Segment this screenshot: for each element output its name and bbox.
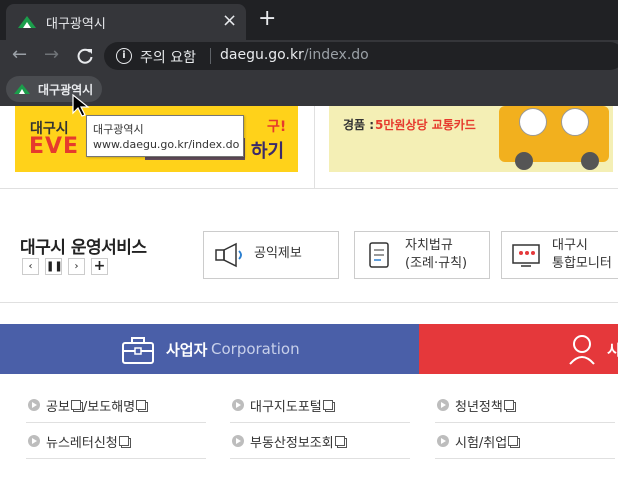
banner-right-prize-value: 5만원상당 교통카드	[375, 118, 476, 132]
tab-citizen-label: 시	[607, 341, 618, 359]
bus-wheel	[581, 152, 599, 170]
prev-button[interactable]: ‹	[22, 258, 39, 275]
monitor-icon	[512, 244, 540, 267]
browser-toolbar: ← → i 주의 요함 daegu.go.kr/index.do	[0, 40, 618, 72]
link-underline	[435, 422, 615, 423]
arrow-bullet-icon	[28, 399, 40, 411]
banner-left-fragment-bottom: 하기	[251, 141, 285, 162]
new-window-icon	[322, 400, 335, 412]
megaphone-icon	[215, 242, 242, 268]
link-underline	[230, 458, 410, 459]
service-label-line2: 통합모니터	[552, 256, 612, 271]
url-host: daegu.go.kr	[220, 47, 304, 63]
character-face	[519, 108, 547, 136]
arrow-bullet-icon	[437, 435, 449, 447]
tab-title: 대구광역시	[46, 17, 106, 32]
tab-corporation-label: 사업자	[166, 341, 208, 359]
link-label: 부동산정보조회	[250, 436, 334, 451]
link-label: 뉴스레터신청	[46, 436, 118, 451]
new-window-icon	[508, 436, 521, 448]
pause-button[interactable]: ❚❚	[45, 258, 63, 275]
new-tab-button[interactable]: +	[258, 6, 276, 31]
link-label: 청년정책	[455, 400, 503, 415]
new-window-icon	[503, 400, 516, 412]
address-bar[interactable]: i 주의 요함 daegu.go.kr/index.do	[104, 42, 618, 70]
arrow-bullet-icon	[28, 435, 40, 447]
banner-left-event-text: EVE	[29, 134, 80, 159]
tab-citizen[interactable]: 시	[419, 324, 618, 374]
browser-tab[interactable]: 대구광역시 ×	[6, 4, 246, 40]
link-text: 청년정책	[455, 396, 516, 415]
tab-corporation-sublabel: Corporation	[211, 340, 300, 358]
url-path: /index.do	[303, 47, 369, 63]
event-banner-right[interactable]: 경품 : 5만원상당 교통카드	[329, 106, 613, 172]
new-window-icon	[70, 400, 83, 412]
link-label: 공보	[46, 400, 70, 415]
services-title: 대구시 운영서비스	[20, 238, 147, 258]
url-text[interactable]: daegu.go.kr/index.do	[220, 47, 369, 63]
link-label: 대구지도포털	[250, 400, 322, 415]
banner-right-prize-label: 경품 :	[343, 118, 375, 132]
banner-left-fragment-top: 구!	[267, 119, 287, 135]
link-text: 대구지도포털	[250, 396, 335, 415]
link-underline	[230, 422, 410, 423]
link-label: 시험/취업	[455, 436, 508, 451]
character-face	[561, 108, 589, 136]
reload-icon[interactable]	[76, 47, 94, 65]
new-window-icon	[334, 436, 347, 448]
tab-close-icon[interactable]: ×	[222, 10, 237, 31]
banner-divider	[314, 106, 315, 188]
link-label: /보도해명	[82, 400, 136, 415]
service-label-line2: (조례·규칙)	[405, 256, 468, 271]
info-icon[interactable]: i	[116, 48, 132, 64]
person-icon	[569, 335, 595, 365]
arrow-bullet-icon	[232, 435, 244, 447]
mouse-cursor-icon	[72, 94, 90, 117]
section-divider	[0, 188, 618, 189]
link-text: 시험/취업	[455, 432, 521, 451]
section-divider	[0, 302, 618, 303]
daegu-logo-icon	[14, 84, 30, 94]
new-window-icon	[118, 436, 131, 448]
omnibox-divider	[210, 48, 211, 64]
more-button[interactable]: +	[91, 258, 108, 275]
bookmarks-bar: 대구광역시	[0, 72, 618, 106]
daegu-logo-icon	[18, 16, 36, 28]
next-button[interactable]: ›	[68, 258, 85, 275]
link-underline	[435, 458, 615, 459]
link-underline	[26, 458, 206, 459]
link-underline	[26, 422, 206, 423]
link-text: 공보/보도해명	[46, 396, 149, 415]
link-text: 부동산정보조회	[250, 432, 347, 451]
tooltip-url: www.daegu.go.kr/index.do	[93, 138, 240, 151]
service-public-report[interactable]: 공익제보	[203, 231, 339, 279]
security-warning-label[interactable]: 주의 요함	[140, 47, 196, 67]
service-label: 공익제보	[254, 246, 302, 261]
browser-tab-strip: 대구광역시 × +	[0, 0, 618, 40]
new-window-icon	[136, 400, 149, 412]
scroll-document-icon	[369, 242, 389, 268]
arrow-bullet-icon	[437, 399, 449, 411]
tooltip-title: 대구광역시	[93, 123, 144, 136]
forward-arrow-icon[interactable]: →	[44, 44, 59, 65]
back-arrow-icon[interactable]: ←	[12, 44, 27, 65]
bus-wheel	[515, 152, 533, 170]
service-label-line1: 대구시	[552, 238, 588, 253]
link-text: 뉴스레터신청	[46, 432, 131, 451]
tab-corporation[interactable]: 사업자 Corporation	[0, 324, 419, 374]
briefcase-icon	[122, 337, 154, 364]
service-label-line1: 자치법규	[405, 238, 453, 253]
arrow-bullet-icon	[232, 399, 244, 411]
service-ordinances[interactable]: 자치법규 (조례·규칙)	[354, 231, 490, 279]
bookmark-tooltip: 대구광역시 www.daegu.go.kr/index.do	[86, 115, 244, 157]
service-monitor[interactable]: 대구시 통합모니터	[501, 231, 618, 279]
